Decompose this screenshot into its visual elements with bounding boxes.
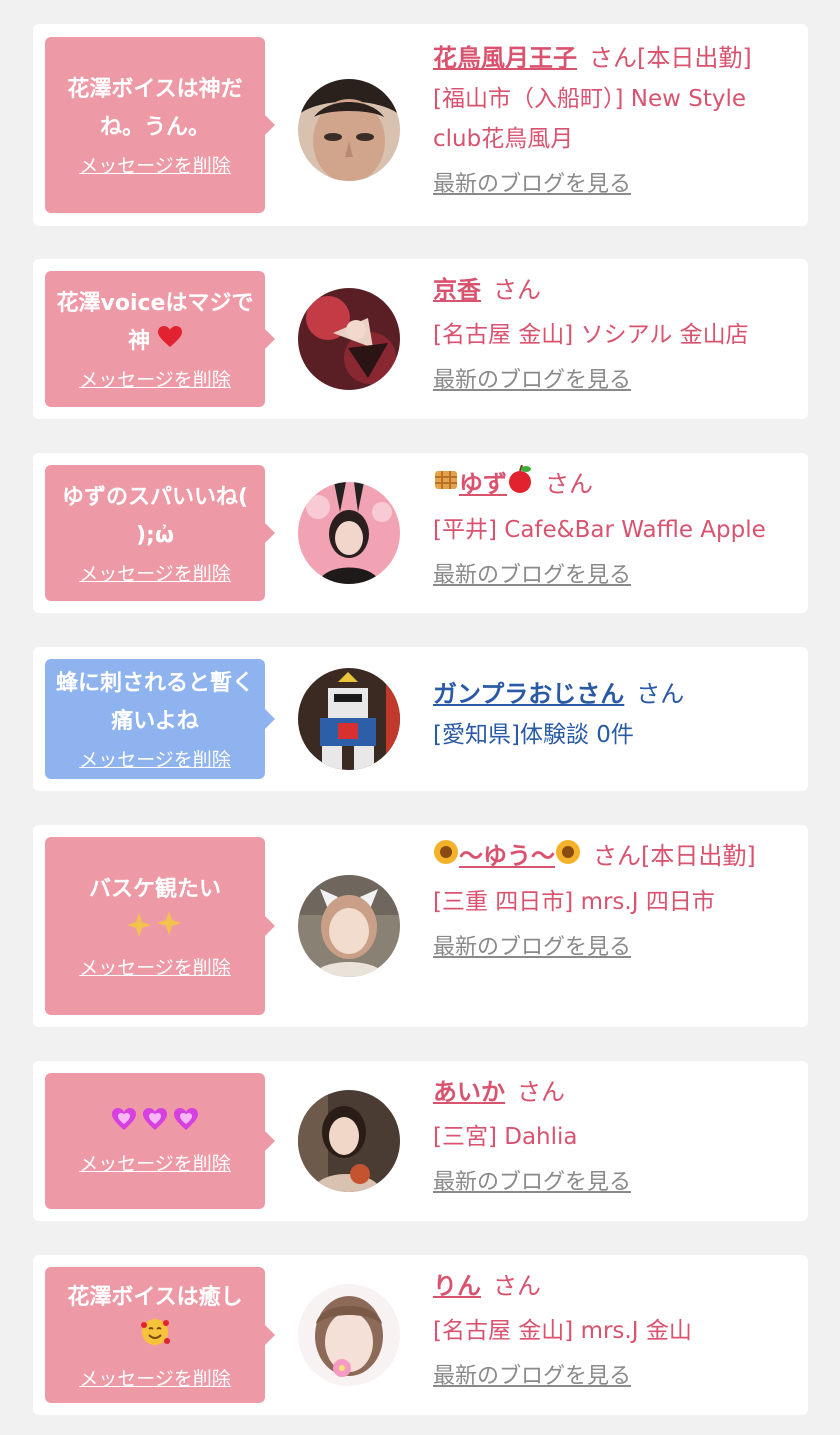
host-suffix: さん[本日出勤] [593, 842, 756, 870]
shop-info: [名古屋 金山] ソシアル 金山店 [433, 322, 749, 348]
host-suffix: さん [493, 276, 541, 304]
host-name-link[interactable]: 〜ゆう〜 [459, 842, 555, 870]
shop-info: [福山市（入船町）] New Style club花鳥風月 [433, 86, 747, 152]
delete-message-link[interactable]: メッセージを削除 [79, 955, 231, 981]
host-info: 京香 さん [名古屋 金山] ソシアル 金山店 最新のブログを見る [433, 270, 793, 401]
message-text: 蜂に刺されると暫く痛いよね [55, 671, 254, 734]
host-suffix: さん [636, 680, 685, 708]
blog-link[interactable]: 最新のブログを見る [433, 556, 793, 596]
avatar[interactable] [298, 875, 400, 977]
host-name-link[interactable]: あいか [433, 1078, 505, 1106]
message-card: 蜂に刺されると暫く痛いよね メッセージを削除 ガンプラおじさん さん [愛知県]体… [33, 647, 808, 791]
delete-message-link[interactable]: メッセージを削除 [79, 561, 231, 587]
message-card: メッセージを削除 あいか さん [三宮] Dahlia 最新のブログを見る [33, 1061, 808, 1221]
message-bubble: 花澤voiceはマジで神 メッセージを削除 [45, 271, 275, 407]
avatar[interactable] [298, 1090, 400, 1192]
host-name-link[interactable]: ガンプラおじさん [433, 680, 624, 708]
message-text: ゆずのスパいいね( );ὠ [61, 485, 249, 548]
host-name-link[interactable]: 花鳥風月王子 [433, 44, 577, 72]
host-info: ガンプラおじさん さん [愛知県]体験談 0件 [433, 674, 793, 755]
shop-info: [名古屋 金山] mrs.J 金山 [433, 1318, 692, 1344]
host-info: りん さん [名古屋 金山] mrs.J 金山 最新のブログを見る [433, 1266, 793, 1397]
apple-icon [507, 464, 533, 506]
message-bubble: 花澤ボイスは癒し メッセージを削除 [45, 1267, 275, 1403]
message-bubble: バスケ観たい メッセージを削除 [45, 837, 275, 1015]
avatar[interactable] [298, 668, 400, 770]
delete-message-link[interactable]: メッセージを削除 [79, 1151, 231, 1177]
message-text: バスケ観たい [88, 877, 221, 902]
message-card: バスケ観たい メッセージを削除 〜ゆう〜 さん[本日出勤] [三重 四日市] m… [33, 825, 808, 1027]
avatar[interactable] [298, 1284, 400, 1386]
message-bubble: 蜂に刺されると暫く痛いよね メッセージを削除 [45, 659, 275, 779]
host-info: ゆず さん [平井] Cafe&Bar Waffle Apple 最新のブログを… [433, 464, 793, 596]
host-name-link[interactable]: ゆず [459, 470, 507, 498]
host-info: 花鳥風月王子 さん[本日出勤] [福山市（入船町）] New Style club… [433, 38, 793, 205]
avatar[interactable] [298, 482, 400, 584]
message-text-content: 花澤ボイスは癒し [67, 1284, 243, 1310]
message-bubble: 花澤ボイスは神だね。うん。 メッセージを削除 [45, 37, 275, 213]
blog-link[interactable]: 最新のブログを見る [433, 1357, 793, 1397]
host-suffix: さん [545, 470, 593, 498]
shop-info: [三重 四日市] mrs.J 四日市 [433, 888, 715, 915]
message-bubble: メッセージを削除 [45, 1073, 275, 1209]
shop-info: [愛知県]体験談 0件 [433, 722, 634, 748]
host-suffix: さん[本日出勤] [589, 44, 752, 72]
delete-message-link[interactable]: メッセージを削除 [79, 1366, 231, 1392]
delete-message-link[interactable]: メッセージを削除 [79, 747, 231, 773]
message-card: ゆずのスパいいね( );ὠ メッセージを削除 ゆず さん [平井] Cafe&B… [33, 453, 808, 613]
heart-icon [157, 323, 182, 361]
smiling-hearts-face-icon [140, 1317, 170, 1360]
message-text [55, 1106, 255, 1145]
host-suffix: さん [517, 1078, 565, 1106]
avatar[interactable] [298, 288, 400, 390]
message-text: 花澤ボイスは癒し [55, 1279, 255, 1360]
avatar[interactable] [298, 79, 400, 181]
blog-link[interactable]: 最新のブログを見る [433, 928, 793, 968]
message-text: 花澤ボイスは神だね。うん。 [67, 77, 243, 140]
shop-info: [平井] Cafe&Bar Waffle Apple [433, 517, 766, 543]
message-card: 花澤ボイスは神だね。うん。 メッセージを削除 花鳥風月王子 さん[本日出勤] [福… [33, 24, 808, 226]
host-name-link[interactable]: りん [433, 1272, 481, 1300]
blog-link[interactable]: 最新のブログを見る [433, 361, 793, 401]
host-name-link[interactable]: 京香 [433, 276, 481, 304]
sparkles-icon [125, 909, 185, 949]
message-card: 花澤voiceはマジで神 メッセージを削除 京香 さん [名古屋 金山] ソシアル… [33, 259, 808, 419]
sunflower-icon [555, 838, 581, 878]
sunflower-icon [433, 838, 459, 878]
delete-message-link[interactable]: メッセージを削除 [79, 153, 231, 179]
message-bubble: ゆずのスパいいね( );ὠ メッセージを削除 [45, 465, 275, 601]
delete-message-link[interactable]: メッセージを削除 [79, 367, 231, 393]
host-info: 〜ゆう〜 さん[本日出勤] [三重 四日市] mrs.J 四日市 最新のブログを… [433, 836, 793, 968]
waffle-icon [433, 466, 459, 506]
message-text-content: 花澤voiceはマジで神 [56, 291, 254, 354]
message-text: 花澤voiceはマジで神 [55, 285, 255, 361]
host-info: あいか さん [三宮] Dahlia 最新のブログを見る [433, 1072, 793, 1203]
host-suffix: さん [493, 1272, 541, 1300]
shop-info: [三宮] Dahlia [433, 1124, 578, 1150]
message-card: 花澤ボイスは癒し メッセージを削除 りん さん [名古屋 金山] mrs.J 金山… [33, 1255, 808, 1415]
heart-icon [110, 1106, 200, 1145]
blog-link[interactable]: 最新のブログを見る [433, 165, 793, 205]
blog-link[interactable]: 最新のブログを見る [433, 1163, 793, 1203]
